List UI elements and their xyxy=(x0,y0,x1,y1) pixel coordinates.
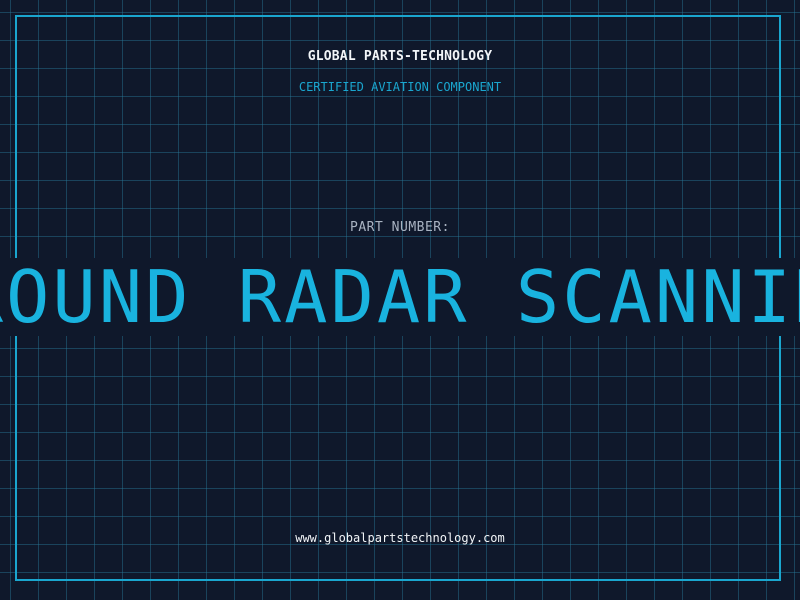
certification-tagline: CERTIFIED AVIATION COMPONENT xyxy=(298,80,502,94)
part-number-label: PART NUMBER: xyxy=(350,220,450,235)
website-link[interactable]: www.globalpartstechnology.com xyxy=(0,531,800,545)
company-name: GLOBAL PARTS-TECHNOLOGY xyxy=(307,49,493,64)
part-number-value: GROUND RADAR SCANNING xyxy=(0,258,800,336)
part-number-band: GROUND RADAR SCANNING xyxy=(0,258,800,336)
certificate-card: GLOBAL PARTS-TECHNOLOGY CERTIFIED AVIATI… xyxy=(0,0,800,600)
